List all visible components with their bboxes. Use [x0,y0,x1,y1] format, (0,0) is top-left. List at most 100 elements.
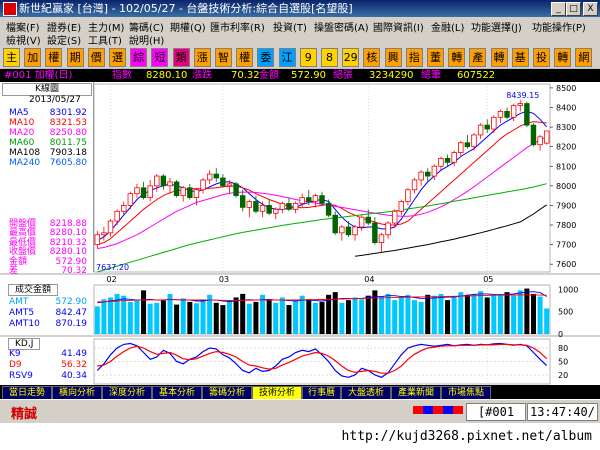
title-bar[interactable]: 新世紀贏家 [台灣] - 102/05/27 - 台盤技術分析:綜合自選股[名望… [0,0,600,17]
tab-9[interactable]: 市場焦點 [441,386,491,400]
tab-3[interactable]: 基本分析 [152,386,202,400]
volume-bar [141,290,147,334]
candle-body [517,103,523,106]
candle-body [273,208,279,214]
kd-line-d9 [97,343,548,374]
toolbar-button-0[interactable]: 主 [3,48,20,67]
volume-bar [319,301,325,334]
tab-7[interactable]: 大盤透析 [341,386,391,400]
toolbar-button-19[interactable]: 指 [405,48,423,67]
candle-body [438,158,444,167]
menu-tools[interactable]: 工具(T) [88,32,122,47]
candle-body [358,216,365,228]
legend-value: 7903.18 [49,148,87,158]
window-title: 新世紀贏家 [台灣] - 102/05/27 - 台盤技術分析:綜合自選股[名望… [19,2,353,15]
toolbar-button-16[interactable]: 29 [342,48,360,67]
toolbar-button-3[interactable]: 期 [66,48,84,67]
legend-label: MA10 [9,118,35,128]
tab-8[interactable]: 產業新聞 [391,386,441,400]
menu-view[interactable]: 檢視(V) [6,32,41,47]
menu-intl-info[interactable]: 國際資訊(I) [373,19,424,34]
toolbar-button-18[interactable]: 興 [384,48,402,67]
toolbar-button-21[interactable]: 轉 [448,48,466,67]
volume-bar [299,295,305,334]
toolbar-button-1[interactable]: 加 [24,48,42,67]
change-value: 70.32 [231,70,260,81]
menu-finance[interactable]: 金融(L) [431,19,464,34]
volume-bar [121,295,127,334]
toolbar-button-5[interactable]: 選 [109,48,126,67]
candle-body [121,205,127,212]
volume-bar [154,302,160,334]
index-value: 8280.10 [146,70,188,81]
toolbar-button-14[interactable]: 9 [299,48,317,67]
volume-bar [378,296,384,334]
toolbar-button-22[interactable]: 產 [469,48,487,67]
toolbar-button-12[interactable]: 委 [257,48,275,67]
toolbar-button-7[interactable]: 短 [151,48,169,67]
toolbar-button-9[interactable]: 漲 [193,48,211,67]
tab-1[interactable]: 橫向分析 [52,386,102,400]
candle-body [246,201,253,208]
candle-body [266,205,272,214]
menu-invest[interactable]: 投資(T) [273,19,307,34]
app-icon [3,2,17,16]
menu-options[interactable]: 期權(Q) [170,19,206,34]
minimize-button[interactable]: _ [551,2,566,16]
tab-2[interactable]: 深度分析 [102,386,152,400]
amt-legend-row: AMT 572.90 [9,297,91,307]
candle-body [279,203,286,210]
volume-bar [345,300,351,334]
trade-count-label: 總筆 [421,70,441,81]
kd-y-tick: 80 [558,344,568,353]
toolbar-button-2[interactable]: 權 [45,48,63,67]
kline-date-text: 2013/05/27 [29,95,81,105]
toolbar: 主加權期價選綜短類漲智權委江 9 8 29 核興指董轉產轉基投轉網 [0,46,600,68]
stock-number-field[interactable]: [#001 [466,403,526,421]
toolbar-button-25[interactable]: 投 [533,48,550,67]
toolbar-button-17[interactable]: 核 [363,48,381,67]
legend-label: AMT10 [9,319,40,329]
tab-6[interactable]: 行事曆 [302,386,341,400]
candle-body [352,226,358,236]
menu-function-select[interactable]: 功能選擇(J) [471,19,522,34]
volume-bar [517,290,523,334]
tab-5[interactable]: 技術分析 [252,386,302,400]
toolbar-button-13[interactable]: 江 [278,48,296,67]
volume-bar [332,292,338,334]
maximize-button[interactable]: □ [566,2,581,16]
x-tick-label: 05 [483,275,493,284]
toolbar-button-20[interactable]: 董 [427,48,444,67]
legend-value: 56.32 [61,360,87,370]
candle-body [431,165,438,177]
tab-0[interactable]: 當日走勢 [2,386,52,400]
legend-value: 842.47 [55,308,88,318]
chart-area[interactable]: 7600 7700 7800 7900 8000 8100 8200 8300 8400 8500… [0,82,600,385]
toolbar-button-8[interactable]: 類 [172,48,190,67]
menu-settings[interactable]: 設定(S) [47,32,81,47]
close-button[interactable]: X [583,2,598,16]
toolbar-button-11[interactable]: 權 [236,48,254,67]
toolbar-button-24[interactable]: 基 [511,48,529,67]
candle-body [425,171,431,177]
toolbar-button-23[interactable]: 轉 [490,48,508,67]
menu-trade-code[interactable]: 操盤密碼(A) [314,19,369,34]
amt-legend-row: AMT10 870.19 [9,319,91,329]
volume-bar [293,301,299,334]
toolbar-button-15[interactable]: 8 [321,48,338,67]
kline-date: 2013/05/27 [9,95,91,105]
candle-body [365,216,371,224]
volume-bar [537,296,543,334]
legend-label: MA60 [9,138,35,148]
toolbar-button-26[interactable]: 轉 [554,48,572,67]
menu-forex[interactable]: 匯市利率(R) [210,19,265,34]
candle-body [180,187,186,197]
tab-4[interactable]: 籌碼分析 [202,386,252,400]
menu-help[interactable]: 說明(H) [129,32,164,47]
menu-function-operate[interactable]: 功能操作(P) [532,19,586,34]
toolbar-button-4[interactable]: 價 [87,48,105,67]
ma-legend-row: MA108 7903.18 [9,148,91,158]
toolbar-button-27[interactable]: 網 [575,48,593,67]
toolbar-button-6[interactable]: 綜 [130,48,148,67]
toolbar-button-10[interactable]: 智 [215,48,232,67]
